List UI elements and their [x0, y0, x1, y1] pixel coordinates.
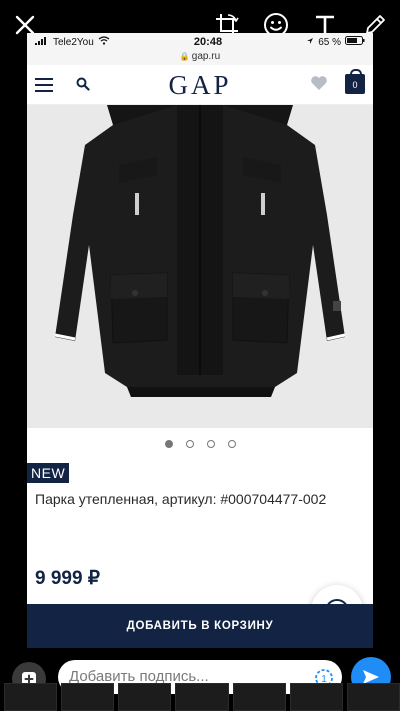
- gap-logo[interactable]: GAP: [168, 70, 231, 101]
- url-bar[interactable]: 🔒 gap.ru: [27, 51, 373, 65]
- lock-icon: 🔒: [179, 52, 190, 61]
- thumbnail-strip: [0, 683, 400, 711]
- status-time: 20:48: [193, 36, 223, 48]
- status-bar: Tele2You 20:48 65 %: [27, 33, 373, 51]
- site-header: GAP 0: [27, 65, 373, 105]
- thumbnail[interactable]: [61, 683, 115, 711]
- shopping-bag-icon[interactable]: 0: [345, 69, 365, 94]
- carousel-dot-1[interactable]: [164, 440, 173, 448]
- thumbnail[interactable]: [346, 683, 400, 711]
- cart-count: 0: [352, 80, 358, 90]
- thumbnail[interactable]: [4, 683, 58, 711]
- search-icon[interactable]: [76, 77, 90, 96]
- carousel-dot-3[interactable]: [206, 440, 215, 448]
- parka-image: [27, 105, 373, 428]
- battery-icon: [345, 36, 365, 48]
- thumbnail[interactable]: [289, 683, 343, 711]
- screenshot-preview: Tele2You 20:48 65 % 🔒 gap.ru GAP 0 NEW П…: [27, 33, 373, 648]
- heart-icon[interactable]: [310, 75, 328, 96]
- wifi-icon: [98, 36, 110, 48]
- product-price: 9 999 ₽: [35, 568, 100, 589]
- thumbnail[interactable]: [175, 683, 229, 711]
- thumbnail[interactable]: [118, 683, 172, 711]
- badge-row: NEW: [27, 463, 373, 483]
- thumbnail[interactable]: [232, 683, 286, 711]
- screen: Tele2You 20:48 65 % 🔒 gap.ru GAP 0 NEW П…: [0, 0, 400, 711]
- battery-percent: 65 %: [318, 36, 341, 48]
- carousel-dots: [27, 428, 373, 460]
- carousel-dot-4[interactable]: [227, 440, 236, 448]
- new-badge: NEW: [27, 463, 70, 483]
- carrier-name: Tele2You: [53, 36, 94, 48]
- product-image[interactable]: [27, 105, 373, 428]
- product-title: Парка утепленная, артикул: #000704477-00…: [35, 491, 327, 507]
- signal-icon: [35, 36, 49, 48]
- add-to-cart-button[interactable]: ДОБАВИТЬ В КОРЗИНУ: [27, 604, 373, 648]
- location-icon: [306, 37, 314, 48]
- carousel-dot-2[interactable]: [185, 440, 194, 448]
- menu-icon[interactable]: [35, 78, 53, 92]
- url-domain: gap.ru: [191, 51, 221, 62]
